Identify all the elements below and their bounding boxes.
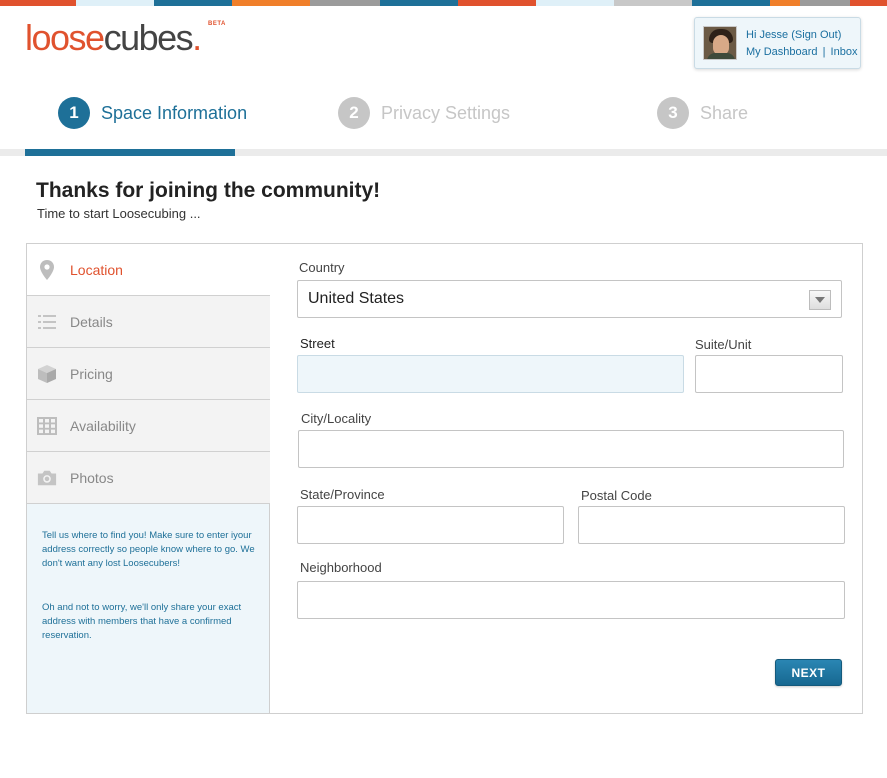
sidebar-item-label: Availability	[70, 417, 136, 434]
color-strip-segment	[536, 0, 614, 6]
step-privacy-settings[interactable]: 2 Privacy Settings	[338, 96, 510, 130]
state-label: State/Province	[300, 487, 385, 502]
city-label: City/Locality	[301, 411, 372, 426]
sidebar-item-location[interactable]: Location	[27, 244, 270, 296]
page-title: Thanks for joining the community!	[36, 179, 381, 202]
suite-field[interactable]	[695, 355, 843, 393]
user-menu: Hi Jesse (Sign Out) My Dashboard | Inbox	[694, 17, 861, 69]
color-strip-segment	[0, 0, 76, 6]
step-share[interactable]: 3 Share	[657, 96, 748, 130]
color-strip-segment	[380, 0, 458, 6]
step-number: 2	[338, 97, 370, 129]
cube-icon	[37, 364, 57, 384]
color-strip-segment	[310, 0, 380, 6]
city-field[interactable]	[298, 430, 844, 468]
avatar[interactable]	[703, 26, 737, 60]
step-label: Space Information	[101, 102, 248, 123]
next-button[interactable]: NEXT	[775, 659, 842, 686]
country-select[interactable]: United States	[297, 280, 842, 318]
sidebar-item-label: Details	[70, 313, 113, 330]
country-selected-value: United States	[308, 290, 405, 307]
color-strip-segment	[232, 0, 310, 6]
color-strip-segment	[770, 0, 800, 6]
logo-part-loose: loose	[25, 17, 105, 58]
dashboard-link[interactable]: My Dashboard	[746, 46, 818, 58]
step-number: 3	[657, 97, 689, 129]
logo-wordmark: loosecubes.	[25, 17, 202, 58]
logo-dot: .	[192, 17, 202, 58]
wizard-steps: 1 Space Information 2 Privacy Settings 3…	[0, 80, 887, 150]
section-sidebar: Location Details Pricing Availability Ph…	[27, 244, 270, 713]
color-strip-segment	[76, 0, 154, 6]
suite-label: Suite/Unit	[695, 337, 752, 352]
neighborhood-label: Neighborhood	[300, 560, 382, 575]
color-strip-segment	[614, 0, 692, 6]
color-strip-segment	[850, 0, 887, 6]
camera-icon	[37, 468, 57, 488]
sign-out-link[interactable]: (Sign Out)	[791, 29, 841, 41]
user-greeting: Hi Jesse (Sign Out)	[746, 29, 841, 41]
color-strip-segment	[458, 0, 536, 6]
sidebar-item-details[interactable]: Details	[27, 296, 270, 348]
logo-part-cubes: cubes	[103, 17, 194, 58]
inbox-link[interactable]: Inbox	[831, 46, 858, 58]
color-strip-segment	[154, 0, 232, 6]
street-label: Street	[300, 336, 335, 351]
map-pin-icon	[37, 259, 57, 280]
user-links: My Dashboard | Inbox	[746, 46, 857, 58]
neighborhood-field[interactable]	[297, 581, 845, 619]
country-label: Country	[299, 260, 345, 275]
calendar-grid-icon	[37, 416, 57, 436]
sidebar-item-pricing[interactable]: Pricing	[27, 348, 270, 400]
sidebar-item-label: Pricing	[70, 365, 113, 382]
step-number: 1	[58, 97, 90, 129]
step-label: Privacy Settings	[381, 102, 511, 123]
postal-code-field[interactable]	[578, 506, 845, 544]
color-strip-segment	[800, 0, 850, 6]
sidebar-item-label: Location	[70, 261, 123, 278]
beta-badge: BETA	[208, 21, 226, 27]
state-field[interactable]	[297, 506, 564, 544]
brand-color-strip	[0, 0, 887, 6]
postal-code-label: Postal Code	[581, 488, 652, 503]
sidebar-item-photos[interactable]: Photos	[27, 452, 270, 504]
location-help-text: Tell us where to find you! Make sure to …	[42, 530, 255, 569]
site-logo[interactable]: loosecubes. BETA	[25, 17, 225, 58]
sidebar-item-label: Photos	[70, 469, 114, 486]
privacy-note-text: Oh and not to worry, we'll only share yo…	[42, 602, 242, 641]
step-label: Share	[700, 102, 749, 123]
page-subtitle: Time to start Loosecubing ...	[37, 206, 201, 221]
street-field[interactable]	[297, 355, 684, 393]
sidebar-item-availability[interactable]: Availability	[27, 400, 270, 452]
step-space-information[interactable]: 1 Space Information	[58, 96, 247, 130]
list-icon	[37, 312, 57, 332]
chevron-down-icon[interactable]	[809, 290, 831, 310]
link-separator: |	[822, 46, 826, 58]
greeting-text: Hi Jesse	[746, 29, 789, 41]
wizard-progress-fill	[25, 149, 235, 156]
color-strip-segment	[692, 0, 770, 6]
